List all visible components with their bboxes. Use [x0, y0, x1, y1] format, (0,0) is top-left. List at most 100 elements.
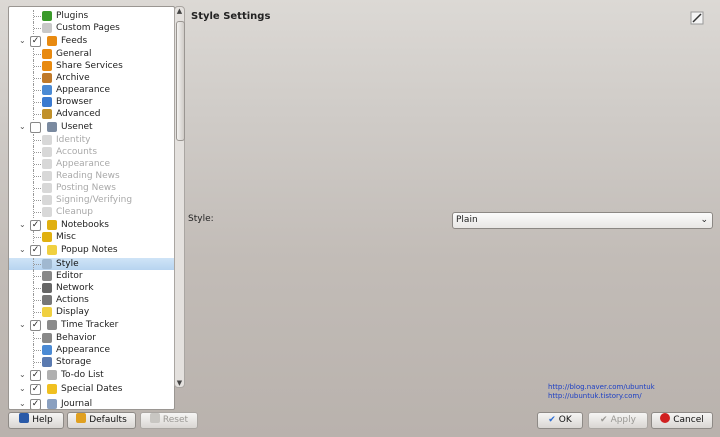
toolbox-icon	[42, 109, 52, 119]
expander-icon[interactable]: ⌄	[19, 368, 27, 382]
appearance-icon	[42, 345, 52, 355]
style-label: Style:	[188, 214, 214, 224]
tree-branch	[34, 164, 41, 165]
tree-branch	[34, 102, 41, 103]
sidebar-item-general[interactable]: General	[9, 48, 174, 60]
sidebar-item-special-dates[interactable]: ⌄ ✓ Special Dates	[9, 382, 174, 396]
plugin-checkbox[interactable]: ✓	[30, 384, 41, 395]
sidebar-item-to-do-list[interactable]: ⌄ ✓ To-do List	[9, 368, 174, 382]
sidebar-item-appearance[interactable]: Appearance	[9, 84, 174, 96]
sidebar-item-label: Signing/Verifying	[56, 195, 133, 205]
sidebar-item-behavior[interactable]: Behavior	[9, 332, 174, 344]
sidebar-item-feeds[interactable]: ⌄ ✓ Feeds	[9, 34, 174, 48]
tree-branch	[34, 288, 41, 289]
expander-icon[interactable]: ⌄	[19, 397, 27, 409]
sidebar-item-posting-news[interactable]: Posting News	[9, 182, 174, 194]
reset-button[interactable]: Reset	[140, 412, 198, 429]
sidebar-item-journal[interactable]: ⌄ ✓ Journal	[9, 397, 174, 409]
sidebar-item-share-services[interactable]: Share Services	[9, 60, 174, 72]
expander-icon[interactable]: ⌄	[19, 382, 27, 396]
tree-scrollbar[interactable]: ▲ ▼	[174, 6, 185, 388]
sidebar-item-advanced[interactable]: Advanced	[9, 108, 174, 120]
sidebar-item-appearance[interactable]: Appearance	[9, 344, 174, 356]
ok-button[interactable]: ✔ OK	[537, 412, 583, 429]
style-select[interactable]: Plain ⌄	[452, 212, 713, 229]
sidebar-item-notebooks[interactable]: ⌄ ✓ Notebooks	[9, 218, 174, 232]
sidebar-item-editor[interactable]: Editor	[9, 270, 174, 282]
editor-icon	[42, 271, 52, 281]
sidebar-item-accounts[interactable]: Accounts	[9, 146, 174, 158]
sidebar-item-label: To-do List	[61, 370, 104, 380]
usenet-icon	[47, 122, 57, 132]
cancel-icon	[660, 413, 671, 423]
expander-icon[interactable]: ⌄	[19, 120, 27, 134]
sidebar-item-identity[interactable]: Identity	[9, 134, 174, 146]
sidebar-item-archive[interactable]: Archive	[9, 72, 174, 84]
plugin-checkbox[interactable]: ✓	[30, 320, 41, 331]
plugin-checkbox[interactable]	[30, 122, 41, 133]
scroll-up-arrow-icon[interactable]: ▲	[175, 7, 184, 15]
tree-branch	[34, 276, 41, 277]
journal-icon	[47, 399, 57, 409]
sidebar-item-storage[interactable]: Storage	[9, 356, 174, 368]
posting-icon	[42, 183, 52, 193]
expander-icon[interactable]: ⌄	[19, 318, 27, 332]
tree-branch	[34, 362, 41, 363]
feeds-icon	[42, 49, 52, 59]
help-button[interactable]: Help	[8, 412, 64, 429]
storage-icon	[42, 357, 52, 367]
sidebar-item-actions[interactable]: Actions	[9, 294, 174, 306]
sidebar-item-label: Custom Pages	[56, 23, 120, 33]
plugin-checkbox[interactable]: ✓	[30, 36, 41, 47]
tistory-link[interactable]: http://ubuntuk.tistory.com/	[548, 392, 642, 400]
plugin-checkbox[interactable]: ✓	[30, 245, 41, 256]
plugin-checkbox[interactable]: ✓	[30, 370, 41, 381]
defaults-button-label: Defaults	[89, 415, 127, 425]
tree-branch	[34, 54, 41, 55]
sidebar-item-label: Behavior	[56, 333, 96, 343]
tree-branch	[34, 312, 41, 313]
sidebar-item-network[interactable]: Network	[9, 282, 174, 294]
wand-icon	[42, 23, 52, 33]
sidebar-item-appearance[interactable]: Appearance	[9, 158, 174, 170]
sidebar-item-browser[interactable]: Browser	[9, 96, 174, 108]
plugin-checkbox[interactable]: ✓	[30, 220, 41, 231]
sidebar-item-label: Display	[56, 307, 90, 317]
tree-branch	[34, 152, 41, 153]
sidebar-item-usenet[interactable]: ⌄ Usenet	[9, 120, 174, 134]
expander-icon[interactable]: ⌄	[19, 218, 27, 232]
settings-tree-panel: Plugins Custom Pages ⌄ ✓ Feeds General Share S…	[8, 6, 175, 410]
sidebar-item-label: Plugins	[56, 11, 89, 21]
plugin-checkbox[interactable]: ✓	[30, 399, 41, 409]
tree-branch	[34, 16, 41, 17]
behavior-icon	[42, 333, 52, 343]
tree-branch	[34, 200, 41, 201]
feeds-icon	[42, 61, 52, 71]
sidebar-item-label: Appearance	[56, 85, 111, 95]
defaults-icon	[76, 413, 87, 423]
sidebar-item-popup-notes[interactable]: ⌄ ✓ Popup Notes	[9, 243, 174, 257]
cancel-button[interactable]: Cancel	[651, 412, 713, 429]
sidebar-item-custom-pages[interactable]: Custom Pages	[9, 22, 174, 34]
expander-icon[interactable]: ⌄	[19, 243, 27, 257]
sidebar-item-misc[interactable]: Misc	[9, 231, 174, 243]
sidebar-item-label: Popup Notes	[61, 245, 118, 255]
sidebar-item-signing-verifying[interactable]: Signing/Verifying	[9, 194, 174, 206]
expander-icon[interactable]: ⌄	[19, 34, 27, 48]
defaults-button[interactable]: Defaults	[67, 412, 136, 429]
sidebar-item-reading-news[interactable]: Reading News	[9, 170, 174, 182]
scroll-down-arrow-icon[interactable]: ▼	[175, 379, 184, 387]
sidebar-item-plugins[interactable]: Plugins	[9, 10, 174, 22]
sidebar-item-display[interactable]: Display	[9, 306, 174, 318]
apply-button[interactable]: ✔ Apply	[588, 412, 648, 429]
blog-link[interactable]: http://blog.naver.com/ubuntuk	[548, 383, 655, 391]
scrollbar-thumb[interactable]	[176, 21, 185, 141]
sidebar-item-label: Archive	[56, 73, 90, 83]
clock-icon	[47, 320, 57, 330]
sidebar-item-time-tracker[interactable]: ⌄ ✓ Time Tracker	[9, 318, 174, 332]
appearance-icon	[42, 159, 52, 169]
apply-button-label: Apply	[610, 415, 636, 425]
reset-button-label: Reset	[162, 415, 189, 425]
sidebar-item-cleanup[interactable]: Cleanup	[9, 206, 174, 218]
sidebar-item-style[interactable]: Style	[9, 258, 174, 270]
